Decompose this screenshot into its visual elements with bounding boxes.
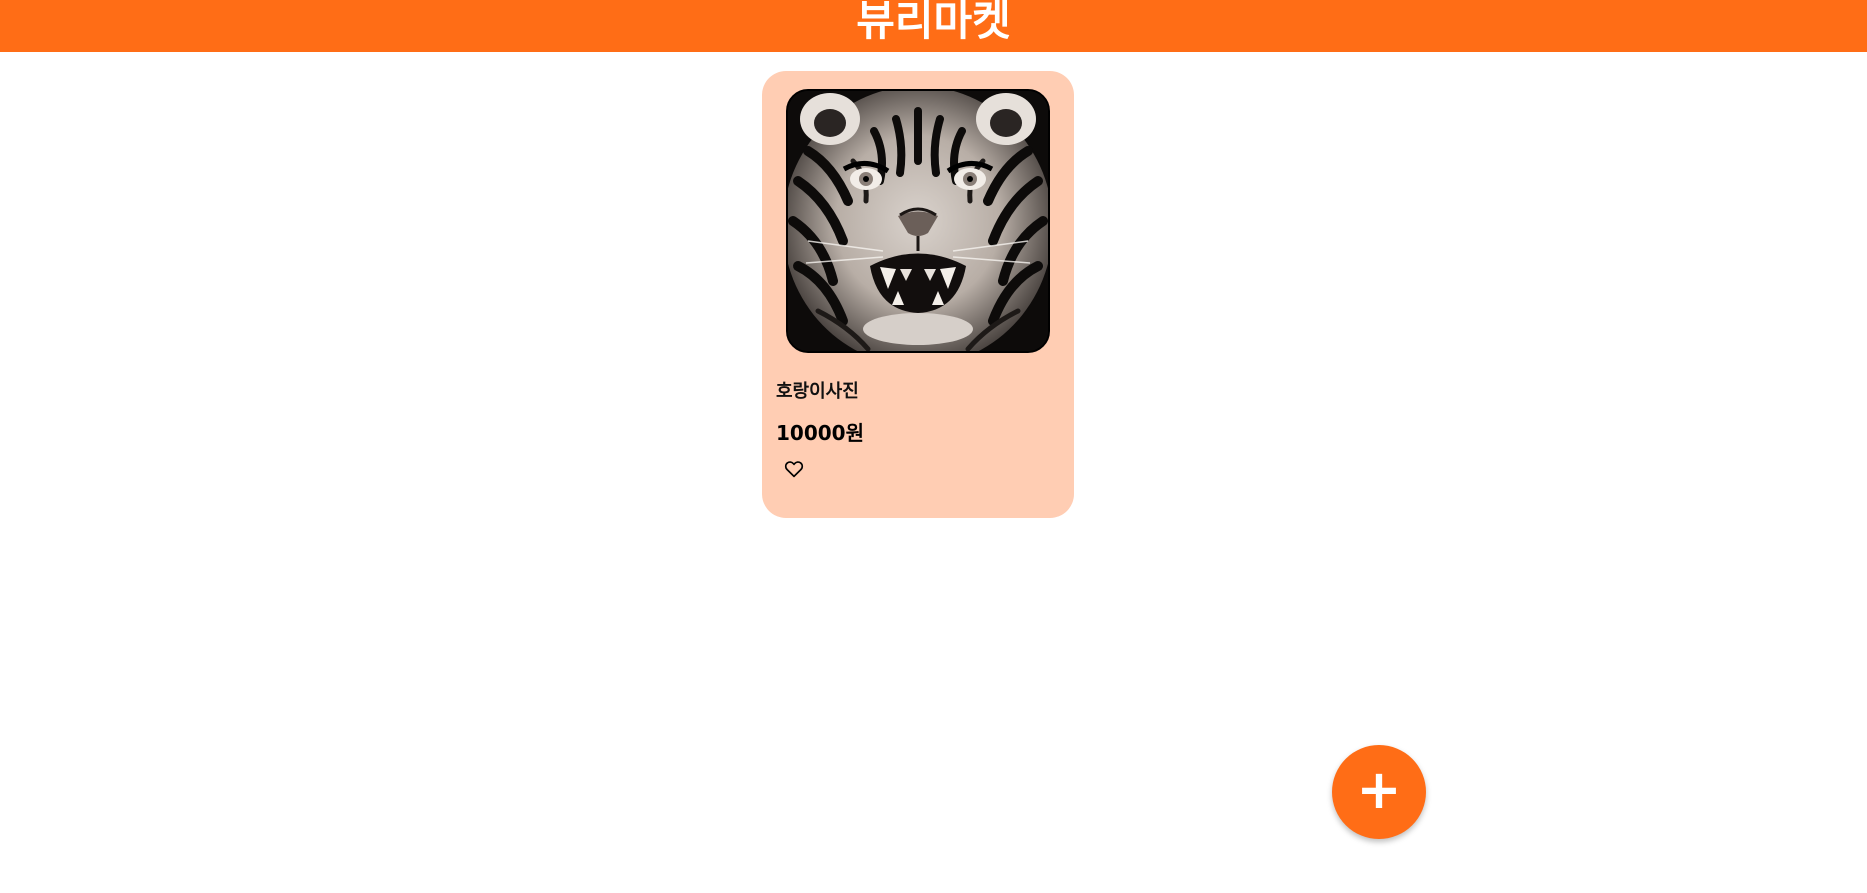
app-title: 뷰리마켓 xyxy=(856,0,1011,45)
app-header: 뷰리마켓 xyxy=(0,0,1867,52)
tiger-photo xyxy=(788,91,1048,351)
plus-icon[interactable]: + xyxy=(1356,763,1401,817)
product-image xyxy=(786,89,1050,353)
product-card[interactable]: 호랑이사진 10000원 xyxy=(762,71,1074,518)
product-price: 10000원 xyxy=(776,421,864,445)
product-name: 호랑이사진 xyxy=(776,381,859,402)
like-button[interactable] xyxy=(782,457,806,481)
heart-outline-icon[interactable] xyxy=(784,460,804,478)
add-product-button[interactable]: + xyxy=(1332,745,1426,839)
